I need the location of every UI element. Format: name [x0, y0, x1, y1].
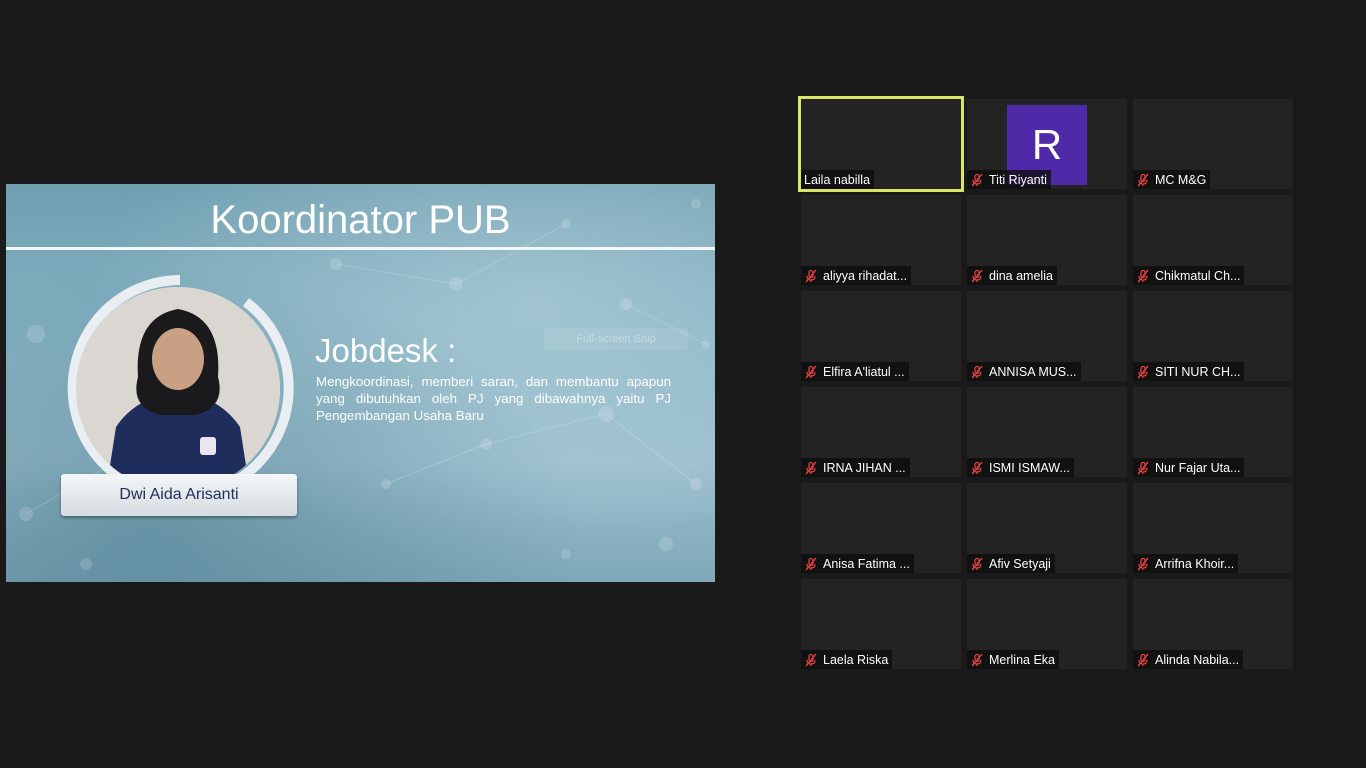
shared-screen: Koordinator PUB Dwi Aida Arisanti Jobdes… — [6, 184, 715, 582]
participant-tile[interactable]: Nur Fajar Uta... — [1133, 387, 1293, 477]
participant-name: dina amelia — [989, 268, 1053, 283]
jobdesk-description: Mengkoordinasi, memberi saran, dan memba… — [316, 374, 671, 423]
participant-name-label: Nur Fajar Uta... — [1133, 458, 1245, 477]
participant-name: ISMI ISMAW... — [989, 460, 1070, 475]
participant-name: Titi Riyanti — [989, 172, 1047, 187]
participant-tile[interactable]: Laela Riska — [801, 579, 961, 669]
participant-tile[interactable]: Merlina Eka — [967, 579, 1127, 669]
title-divider — [6, 247, 715, 250]
person-photo — [76, 287, 280, 491]
person-name: Dwi Aida Arisanti — [119, 486, 239, 503]
participant-name: Laela Riska — [823, 652, 889, 667]
participant-name: Nur Fajar Uta... — [1155, 460, 1241, 475]
participant-name-label: dina amelia — [967, 266, 1057, 285]
participant-name-label: Merlina Eka — [967, 650, 1059, 669]
participant-name-label: IRNA JIHAN ... — [801, 458, 910, 477]
participant-name: Anisa Fatima ... — [823, 556, 910, 571]
mic-muted-icon — [971, 461, 983, 474]
participant-name-label: ANNISA MUS... — [967, 362, 1081, 381]
mic-muted-icon — [1137, 173, 1149, 186]
mic-muted-icon — [805, 461, 817, 474]
participant-tile[interactable]: aliyya rihadat... — [801, 195, 961, 285]
participant-tile[interactable]: MC M&G — [1133, 99, 1293, 189]
participant-name-label: Elfira A'liatul ... — [801, 362, 909, 381]
participant-tile[interactable]: IRNA JIHAN ... — [801, 387, 961, 477]
participant-name-label: Laila nabilla — [801, 170, 875, 189]
participant-tile[interactable]: SITI NUR CH... — [1133, 291, 1293, 381]
participant-tile[interactable]: Laila nabilla — [798, 96, 964, 192]
mic-muted-icon — [805, 653, 817, 666]
participant-name-label: Laela Riska — [801, 650, 893, 669]
snip-overlay-hint[interactable]: Full-screen Snip — [544, 328, 688, 350]
participant-name-label: MC M&G — [1133, 170, 1211, 189]
participant-name-label: SITI NUR CH... — [1133, 362, 1245, 381]
mic-muted-icon — [1137, 653, 1149, 666]
mic-muted-icon — [971, 653, 983, 666]
participant-tile[interactable]: Afiv Setyaji — [967, 483, 1127, 573]
participant-name: Afiv Setyaji — [989, 556, 1051, 571]
participant-name-label: Titi Riyanti — [967, 170, 1051, 189]
participant-tile[interactable]: ANNISA MUS... — [967, 291, 1127, 381]
participant-name-label: Afiv Setyaji — [967, 554, 1055, 573]
participant-tile[interactable]: ISMI ISMAW... — [967, 387, 1127, 477]
participant-name-label: Arrifna Khoir... — [1133, 554, 1239, 573]
participant-name-label: Alinda Nabila... — [1133, 650, 1244, 669]
participant-name: aliyya rihadat... — [823, 268, 908, 283]
participant-tile[interactable]: Elfira A'liatul ... — [801, 291, 961, 381]
mic-muted-icon — [971, 557, 983, 570]
mic-muted-icon — [805, 365, 817, 378]
participant-tile[interactable]: dina amelia — [967, 195, 1127, 285]
participant-tile[interactable]: Chikmatul Ch... — [1133, 195, 1293, 285]
participant-name-label: ISMI ISMAW... — [967, 458, 1074, 477]
participant-name: Arrifna Khoir... — [1155, 556, 1235, 571]
mic-muted-icon — [805, 557, 817, 570]
participant-name-label: Anisa Fatima ... — [801, 554, 914, 573]
mic-muted-icon — [1137, 461, 1149, 474]
mic-muted-icon — [971, 269, 983, 282]
participant-name: Laila nabilla — [804, 172, 871, 187]
participant-tile[interactable]: Arrifna Khoir... — [1133, 483, 1293, 573]
slide-title: Koordinator PUB — [210, 198, 511, 242]
participant-name: Chikmatul Ch... — [1155, 268, 1241, 283]
mic-muted-icon — [971, 173, 983, 186]
participant-name: Alinda Nabila... — [1155, 652, 1240, 667]
participant-tile[interactable]: Alinda Nabila... — [1133, 579, 1293, 669]
participant-name: MC M&G — [1155, 172, 1207, 187]
jobdesk-heading: Jobdesk : — [315, 332, 457, 369]
person-icon — [76, 287, 280, 491]
participant-name-label: aliyya rihadat... — [801, 266, 912, 285]
mic-muted-icon — [1137, 365, 1149, 378]
participant-name: Merlina Eka — [989, 652, 1055, 667]
participant-name: SITI NUR CH... — [1155, 364, 1241, 379]
mic-muted-icon — [1137, 557, 1149, 570]
participant-name-label: Chikmatul Ch... — [1133, 266, 1245, 285]
participant-name: Elfira A'liatul ... — [823, 364, 905, 379]
participant-tile[interactable]: Anisa Fatima ... — [801, 483, 961, 573]
participant-tile[interactable]: R Titi Riyanti — [967, 99, 1127, 189]
participant-name: ANNISA MUS... — [989, 364, 1077, 379]
mic-muted-icon — [1137, 269, 1149, 282]
person-name-box: Dwi Aida Arisanti — [61, 474, 297, 516]
participant-name: IRNA JIHAN ... — [823, 460, 906, 475]
mic-muted-icon — [971, 365, 983, 378]
mic-muted-icon — [805, 269, 817, 282]
